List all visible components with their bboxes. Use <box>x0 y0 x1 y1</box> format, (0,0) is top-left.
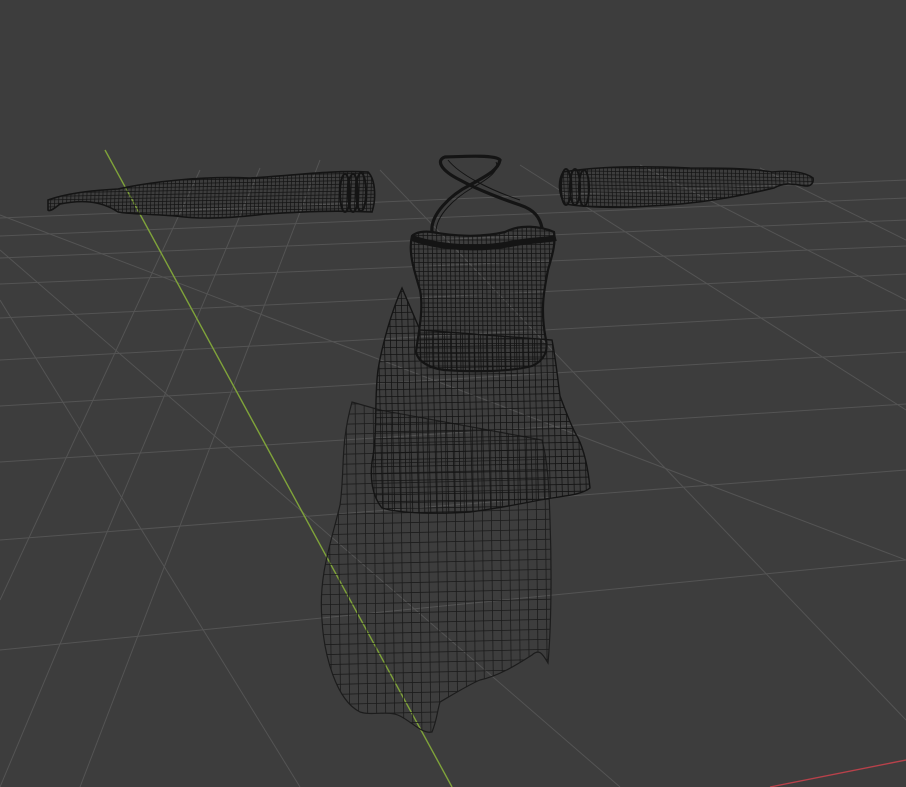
grid-line <box>759 167 906 241</box>
grid-line <box>79 159 321 787</box>
grid-line <box>0 469 906 541</box>
left-sleeve[interactable] <box>42 159 380 222</box>
grid-line <box>0 167 261 787</box>
grid-line <box>0 219 906 259</box>
x-axis-line <box>769 759 906 787</box>
right-sleeve[interactable] <box>555 160 818 213</box>
grid-line <box>0 559 906 651</box>
grid-line <box>0 245 906 285</box>
floor-grid <box>0 159 906 787</box>
3d-viewport[interactable] <box>0 0 906 787</box>
viewport-canvas[interactable] <box>0 0 906 787</box>
grid-line <box>0 299 301 787</box>
grid-line <box>0 197 906 237</box>
scene-objects <box>42 154 818 733</box>
halter-neck-strap[interactable] <box>430 154 544 233</box>
